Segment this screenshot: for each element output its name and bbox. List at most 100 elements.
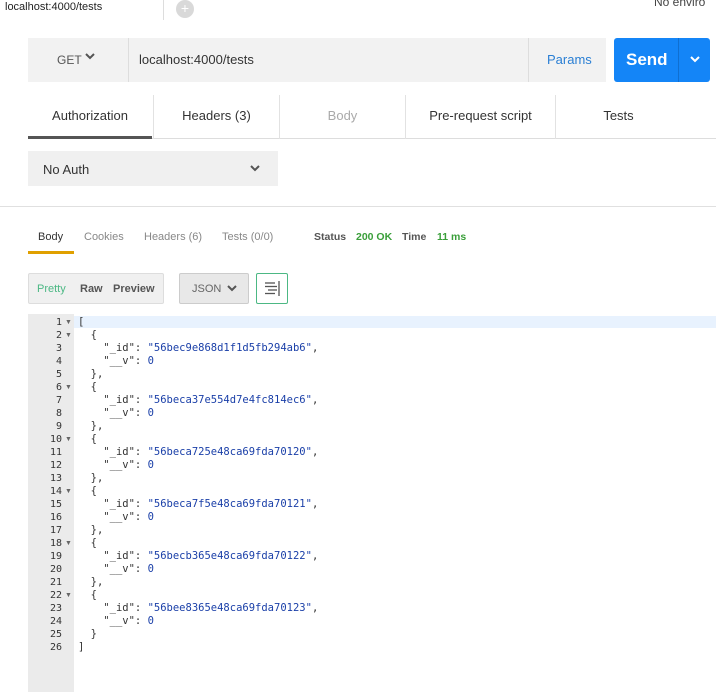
- line-number: 19: [49, 551, 62, 562]
- auth-type-select[interactable]: No Auth: [28, 151, 278, 186]
- code-line: "_id": "56beca7f5e48ca69fda70121",: [103, 498, 319, 510]
- line-number: 26: [49, 642, 62, 653]
- send-options-chevron-icon[interactable]: [688, 52, 702, 69]
- format-toggle-group: Pretty Raw Preview: [28, 273, 164, 304]
- active-line-highlight: [74, 316, 716, 328]
- chevron-down-icon: [226, 282, 238, 297]
- auth-type-label: No Auth: [43, 162, 90, 177]
- request-tab-title: localhost:4000/tests: [5, 1, 103, 13]
- code-line: {: [78, 537, 97, 549]
- response-tab-body[interactable]: Body: [38, 231, 63, 243]
- tab-body[interactable]: Body: [279, 95, 405, 139]
- line-number: 18: [49, 538, 62, 549]
- status-value: 200 OK: [356, 231, 393, 243]
- code-line: },: [78, 472, 104, 484]
- wrap-lines-button[interactable]: [256, 273, 288, 304]
- format-raw-button[interactable]: Raw: [80, 283, 103, 295]
- code-line: {: [78, 589, 97, 601]
- code-line: {: [78, 381, 97, 393]
- code-line: "_id": "56bec9e868d1f1d5fb294ab6",: [103, 342, 319, 354]
- line-number: 16: [49, 512, 62, 523]
- fold-toggle-icon[interactable]: ▼: [65, 589, 72, 602]
- line-number: 13: [49, 473, 62, 484]
- code-line: "__v": 0: [103, 407, 154, 419]
- response-tab-tests[interactable]: Tests (0/0): [222, 231, 273, 243]
- send-button[interactable]: Send: [614, 38, 710, 82]
- line-number: 25: [49, 629, 62, 640]
- line-number: 4: [55, 356, 62, 367]
- request-tabs: Authorization Headers (3) Body Pre-reque…: [28, 95, 716, 139]
- line-number: 21: [49, 577, 62, 588]
- line-number: 20: [49, 564, 62, 575]
- code-line: "_id": "56beca725e48ca69fda70120",: [103, 446, 319, 458]
- line-number: 5: [55, 369, 62, 380]
- code-line: {: [78, 433, 97, 445]
- line-number: 12: [49, 460, 62, 471]
- language-select[interactable]: JSON: [179, 273, 249, 304]
- plus-circle-icon[interactable]: +: [176, 0, 194, 18]
- line-number: 17: [49, 525, 62, 536]
- line-number: 24: [49, 616, 62, 627]
- tab-tests[interactable]: Tests: [555, 95, 681, 139]
- line-number: 9: [55, 421, 62, 432]
- tab-strip: localhost:4000/tests + No enviro: [0, 0, 716, 20]
- code-line: "__v": 0: [103, 355, 154, 367]
- line-number: 7: [55, 395, 62, 406]
- chevron-down-icon: [248, 161, 262, 178]
- line-number: 6: [55, 382, 62, 393]
- response-tab-headers[interactable]: Headers (6): [144, 231, 202, 243]
- time-value: 11 ms: [437, 231, 467, 243]
- code-line: {: [78, 329, 97, 341]
- line-number: 2: [55, 330, 62, 341]
- tab-headers[interactable]: Headers (3): [153, 95, 279, 139]
- status-label: Status: [314, 231, 347, 243]
- language-label: JSON: [192, 283, 222, 295]
- time-label: Time: [402, 231, 427, 243]
- environment-selector[interactable]: No enviro: [654, 0, 705, 9]
- code-line: {: [78, 485, 97, 497]
- code-line: "_id": "56bee8365e48ca69fda70123",: [103, 602, 319, 614]
- section-divider: [0, 206, 716, 207]
- fold-toggle-icon[interactable]: ▼: [65, 537, 72, 550]
- response-tab-cookies[interactable]: Cookies: [84, 231, 124, 243]
- line-number: 11: [49, 447, 62, 458]
- tab-pre-request-script[interactable]: Pre-request script: [405, 95, 555, 139]
- code-line: "_id": "56becb365e48ca69fda70122",: [103, 550, 319, 562]
- method-label: GET: [57, 53, 82, 67]
- line-number: 23: [49, 603, 62, 614]
- code-line: [: [78, 316, 85, 328]
- request-tab[interactable]: localhost:4000/tests: [0, 0, 164, 20]
- fold-toggle-icon[interactable]: ▼: [65, 381, 72, 394]
- code-line: },: [78, 576, 104, 588]
- code-line: },: [78, 368, 104, 380]
- line-number: 22: [49, 590, 62, 601]
- code-line: }: [78, 628, 97, 640]
- fold-toggle-icon[interactable]: ▼: [65, 316, 72, 329]
- line-number: 10: [49, 434, 62, 445]
- params-button[interactable]: Params: [528, 38, 606, 82]
- format-pretty-button[interactable]: Pretty: [37, 283, 66, 295]
- code-line: "_id": "56beca37e554d7e4fc814ec6",: [103, 394, 319, 406]
- response-tab-underline: [28, 251, 74, 254]
- line-number: 3: [55, 343, 62, 354]
- line-number: 15: [49, 499, 62, 510]
- send-label: Send: [626, 50, 668, 69]
- format-preview-button[interactable]: Preview: [113, 283, 155, 295]
- send-divider: [678, 38, 679, 82]
- code-line: "__v": 0: [103, 615, 154, 627]
- code-line: "__v": 0: [103, 563, 154, 575]
- wrap-lines-icon: [265, 281, 280, 296]
- method-select[interactable]: GET: [28, 38, 128, 82]
- code-line: ]: [78, 641, 85, 653]
- fold-toggle-icon[interactable]: ▼: [65, 329, 72, 342]
- line-number: 1: [55, 317, 62, 328]
- tab-authorization[interactable]: Authorization: [28, 95, 152, 139]
- code-line: },: [78, 524, 104, 536]
- chevron-down-icon: [84, 50, 96, 65]
- line-number: 14: [49, 486, 62, 497]
- code-line: },: [78, 420, 104, 432]
- url-input[interactable]: localhost:4000/tests: [128, 38, 528, 82]
- fold-toggle-icon[interactable]: ▼: [65, 433, 72, 446]
- fold-toggle-icon[interactable]: ▼: [65, 485, 72, 498]
- code-line: "__v": 0: [103, 459, 154, 471]
